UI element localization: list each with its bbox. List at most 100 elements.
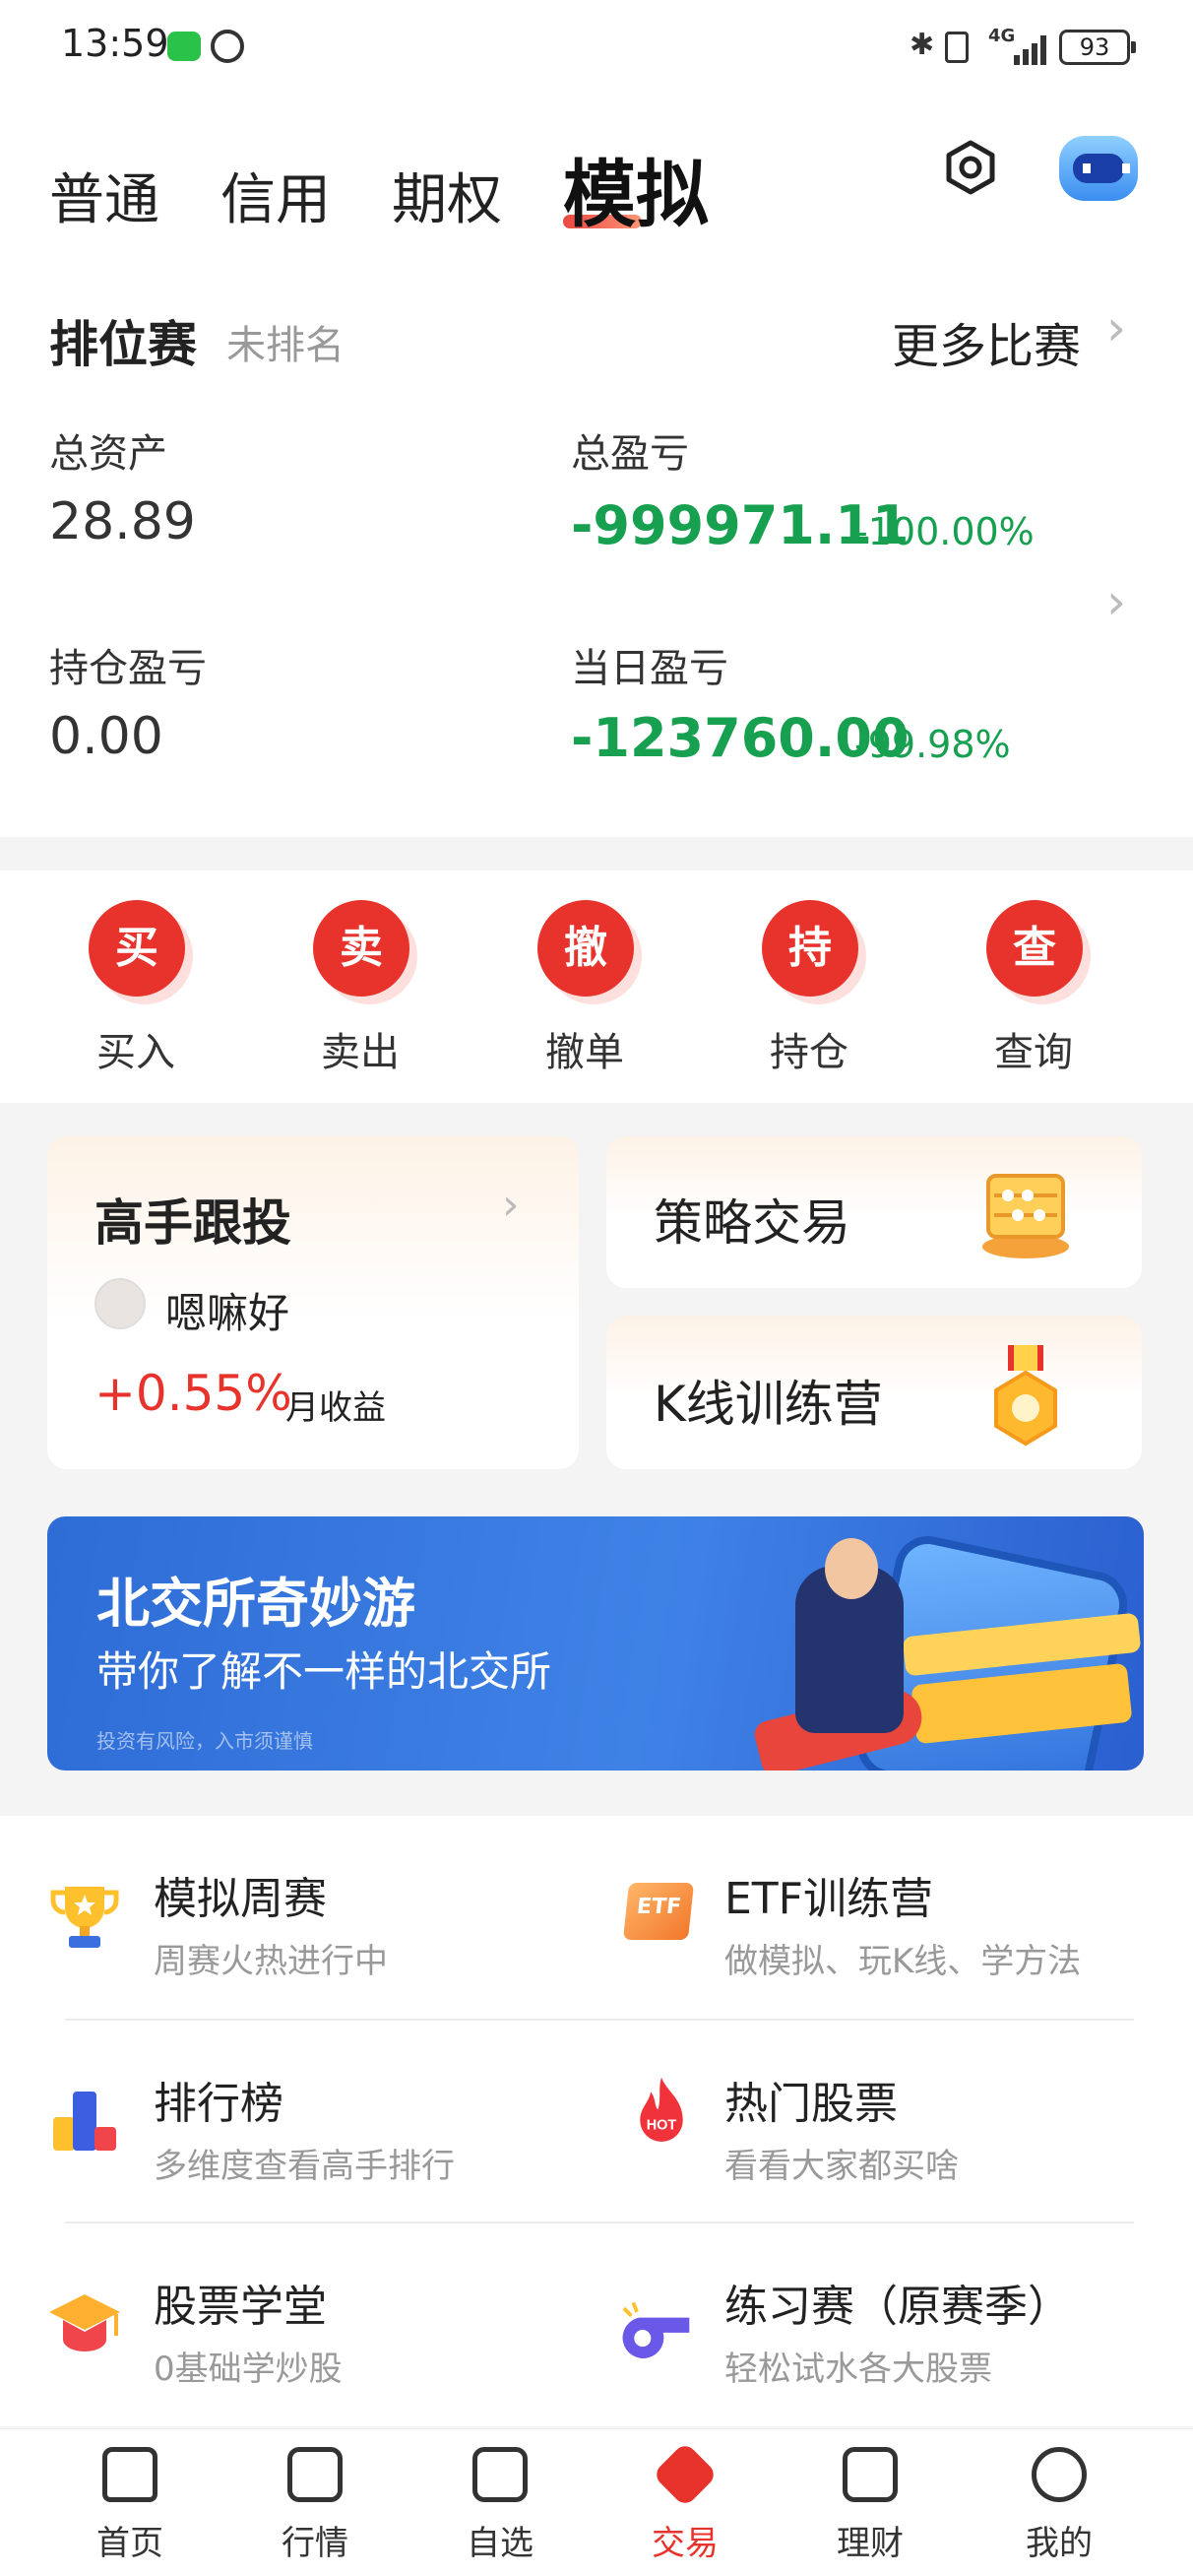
list-item-subtitle: 看看大家都买啥 bbox=[724, 2147, 959, 2186]
tab-credit[interactable]: 信用 bbox=[220, 156, 331, 235]
hot-icon: HOT bbox=[640, 2077, 683, 2142]
hot-icon-label: HOT bbox=[647, 2117, 677, 2133]
expert-follow-card[interactable]: 高手跟投 › 嗯嘛好 +0.55% 月收益 bbox=[47, 1136, 579, 1469]
total-pnl-percent: -100.00% bbox=[854, 510, 1035, 553]
list-item-title: 模拟周赛 bbox=[154, 1874, 327, 1924]
list-item-weekly-contest[interactable]: 模拟周赛 周赛火热进行中 bbox=[0, 1816, 596, 2019]
cancel-order-label: 撤单 bbox=[545, 1030, 624, 1075]
settings-icon[interactable] bbox=[943, 140, 998, 195]
sell-button[interactable]: 卖 卖出 bbox=[282, 900, 439, 1097]
avatar bbox=[94, 1278, 146, 1329]
tab-wealth[interactable]: 理财 bbox=[801, 2447, 939, 2565]
positions-label: 持仓 bbox=[770, 1030, 848, 1075]
position-pnl-label: 持仓盈亏 bbox=[49, 646, 207, 691]
buy-button[interactable]: 买 买入 bbox=[57, 900, 215, 1097]
list-item-subtitle: 0基础学炒股 bbox=[154, 2350, 343, 2389]
trophy-icon bbox=[50, 1887, 119, 1948]
add-icon bbox=[472, 2447, 528, 2502]
list-item-etf-camp[interactable]: ETF ETF训练营 做模拟、玩K线、学方法 bbox=[596, 1816, 1193, 2019]
tab-trade[interactable]: 交易 bbox=[616, 2441, 754, 2565]
bluetooth-icon: ✱ bbox=[910, 28, 935, 62]
assistant-robot-icon[interactable] bbox=[1059, 136, 1138, 201]
chevron-right-icon: › bbox=[502, 1180, 520, 1230]
banner-subtitle: 带你了解不一样的北交所 bbox=[96, 1647, 552, 1696]
expert-follow-title: 高手跟投 bbox=[94, 1194, 291, 1252]
list-item-subtitle: 周赛火热进行中 bbox=[154, 1942, 388, 1981]
tab-label: 自选 bbox=[467, 2524, 534, 2563]
follow-return-label: 月收益 bbox=[285, 1388, 386, 1428]
list-item-title: 股票学堂 bbox=[154, 2282, 327, 2332]
alarm-icon bbox=[211, 30, 244, 63]
whistle-icon bbox=[622, 2301, 690, 2358]
buy-label: 买入 bbox=[96, 1030, 175, 1075]
network-label: 4G bbox=[988, 26, 1016, 46]
tab-normal[interactable]: 普通 bbox=[49, 156, 159, 235]
follow-return-value: +0.55% bbox=[94, 1365, 292, 1422]
sell-icon: 卖 bbox=[313, 900, 409, 997]
list-item-hot-stocks[interactable]: HOT 热门股票 看看大家都买啥 bbox=[596, 2021, 1193, 2223]
tab-market[interactable]: 行情 bbox=[246, 2447, 384, 2565]
bse-promo-banner[interactable]: 北交所奇妙游 带你了解不一样的北交所 投资有风险，入市须谨慎 bbox=[47, 1516, 1144, 1771]
buy-icon: 买 bbox=[89, 900, 185, 997]
bottom-tab-bar: 首页 行情 自选 交易 理财 我的 bbox=[0, 2428, 1193, 2576]
strategy-trading-title: 策略交易 bbox=[654, 1194, 850, 1252]
tab-options[interactable]: 期权 bbox=[392, 156, 502, 235]
kline-camp-card[interactable]: K线训练营 bbox=[606, 1316, 1142, 1469]
tab-me[interactable]: 我的 bbox=[990, 2447, 1128, 2565]
cancel-order-button[interactable]: 撤 撤单 bbox=[506, 900, 663, 1097]
signal-icon bbox=[1014, 30, 1053, 65]
strategy-trading-card[interactable]: 策略交易 bbox=[606, 1136, 1142, 1288]
businessman-head-illustration bbox=[825, 1538, 878, 1599]
medal-icon bbox=[994, 1345, 1057, 1447]
list-item-practice-contest[interactable]: 练习赛（原赛季） 轻松试水各大股票 bbox=[596, 2223, 1193, 2426]
kline-camp-title: K线训练营 bbox=[654, 1376, 883, 1433]
etf-icon-label: ETF bbox=[635, 1895, 683, 1919]
query-button[interactable]: 查 查询 bbox=[955, 900, 1112, 1097]
list-item-stock-school[interactable]: 股票学堂 0基础学炒股 bbox=[0, 2223, 596, 2426]
tab-label: 行情 bbox=[282, 2524, 348, 2563]
vibrate-icon bbox=[945, 32, 969, 63]
list-item-subtitle: 轻松试水各大股票 bbox=[724, 2350, 992, 2389]
list-item-title: 练习赛（原赛季） bbox=[724, 2282, 1071, 2332]
chevron-right-icon[interactable]: › bbox=[1106, 573, 1126, 630]
list-item-subtitle: 多维度查看高手排行 bbox=[154, 2147, 455, 2186]
ranking-icon bbox=[53, 2092, 116, 2151]
more-matches-link[interactable]: 更多比赛 bbox=[892, 307, 1081, 376]
position-pnl-value: 0.00 bbox=[49, 707, 163, 766]
chevron-right-icon: › bbox=[1106, 299, 1126, 356]
profile-icon bbox=[1032, 2447, 1087, 2502]
tab-label: 首页 bbox=[96, 2524, 163, 2563]
tab-watchlist[interactable]: 自选 bbox=[431, 2447, 569, 2565]
list-item-title: 排行榜 bbox=[154, 2079, 283, 2129]
tab-home[interactable]: 首页 bbox=[61, 2447, 199, 2565]
day-pnl-label: 当日盈亏 bbox=[571, 646, 728, 691]
follow-user-name: 嗯嘛好 bbox=[165, 1289, 290, 1337]
account-type-tabs: 普通 信用 期权 模拟 bbox=[0, 98, 1193, 246]
account-summary: 排位赛 未排名 更多比赛 › 总资产 28.89 总盈亏 -999971.11 … bbox=[0, 246, 1193, 837]
list-item-leaderboard[interactable]: 排行榜 多维度查看高手排行 bbox=[0, 2021, 596, 2223]
wallet-icon bbox=[843, 2447, 898, 2502]
positions-button[interactable]: 持 持仓 bbox=[730, 900, 888, 1097]
list-item-title: 热门股票 bbox=[724, 2079, 898, 2129]
wechat-icon bbox=[167, 32, 201, 61]
feature-list: 模拟周赛 周赛火热进行中 ETF ETF训练营 做模拟、玩K线、学方法 排行榜 … bbox=[0, 1816, 1193, 2426]
list-item-subtitle: 做模拟、玩K线、学方法 bbox=[724, 1942, 1082, 1981]
rank-match-title: 排位赛 bbox=[49, 316, 197, 373]
battery-icon: 93 bbox=[1059, 30, 1136, 65]
banner-risk-note: 投资有风险，入市须谨慎 bbox=[96, 1729, 313, 1753]
tab-label: 交易 bbox=[652, 2524, 719, 2563]
chart-icon bbox=[287, 2447, 343, 2502]
home-icon bbox=[102, 2447, 157, 2502]
tab-label: 我的 bbox=[1026, 2524, 1093, 2563]
list-item-title: ETF训练营 bbox=[724, 1874, 933, 1924]
total-assets-label: 总资产 bbox=[49, 431, 167, 477]
etf-icon: ETF bbox=[622, 1883, 695, 1940]
tab-simulation[interactable]: 模拟 bbox=[563, 136, 709, 241]
cancel-order-icon: 撤 bbox=[537, 900, 634, 997]
status-time: 13:59 bbox=[61, 22, 169, 65]
graduation-cap-icon bbox=[49, 2294, 120, 2351]
abacus-icon bbox=[982, 1174, 1069, 1258]
day-pnl-percent: -99.98% bbox=[854, 723, 1011, 766]
query-label: 查询 bbox=[994, 1030, 1073, 1075]
tab-label: 理财 bbox=[837, 2524, 904, 2563]
